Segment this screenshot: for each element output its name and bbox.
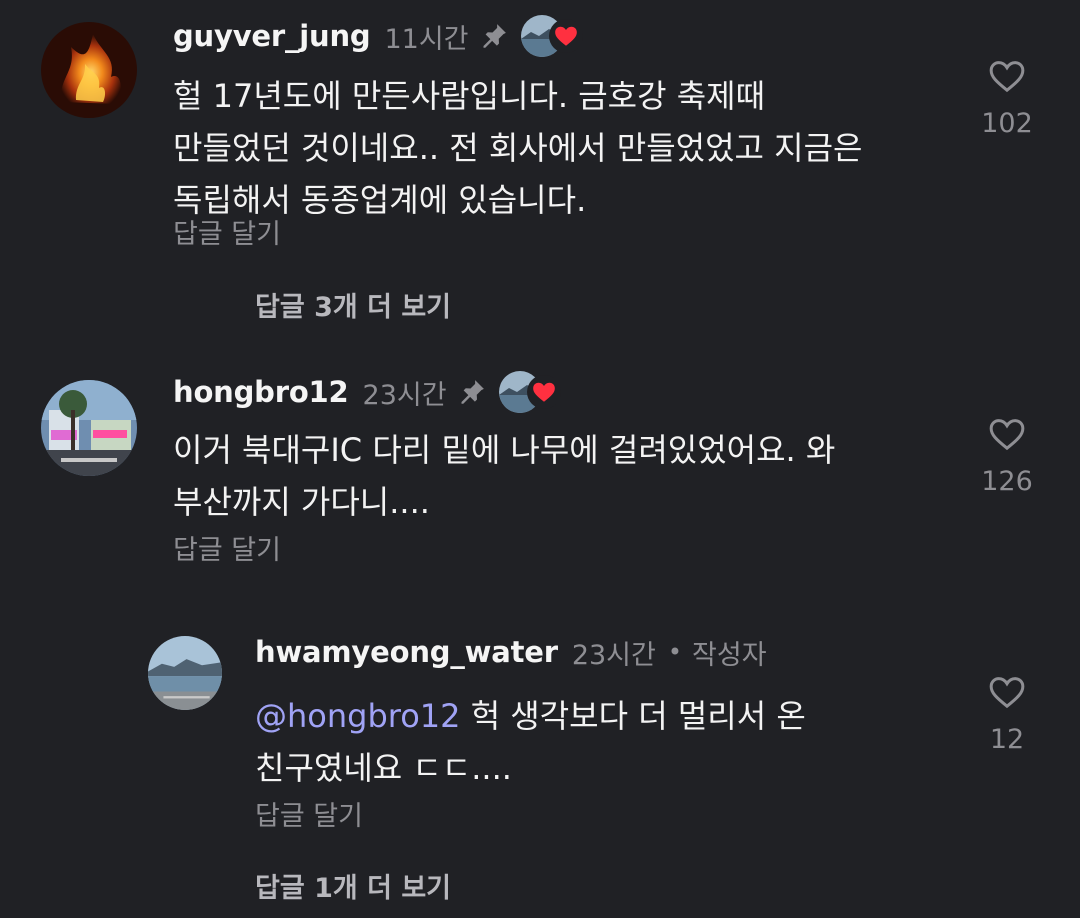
mention-link[interactable]: @hongbro12 <box>255 697 461 735</box>
fire-avatar-image <box>41 22 137 118</box>
like-area: 102 <box>967 56 1047 139</box>
street-avatar-image <box>41 380 137 476</box>
heart-outline-icon[interactable] <box>986 414 1028 454</box>
comment-line: 이거 북대구IC 다리 밑에 나무에 걸려있었어요. 와 <box>173 431 836 469</box>
reply-button[interactable]: 답글 달기 <box>173 212 281 251</box>
avatar[interactable] <box>41 22 137 118</box>
comment-line: 헐 17년도에 만든사람입니다. 금호강 축제때 <box>173 77 766 115</box>
heart-outline-icon[interactable] <box>986 56 1028 96</box>
comment-line: 만들었던 것이네요.. 전 회사에서 만들었었고 지금은 <box>173 129 863 167</box>
view-more-replies-button[interactable]: 답글 3개 더 보기 <box>255 285 451 324</box>
comment-body: @hongbro12 헉 생각보다 더 멀리서 온 친구였네요 ㄷㄷ.... <box>255 690 806 794</box>
comment-body: 헐 17년도에 만든사람입니다. 금호강 축제때 만들었던 것이네요.. 전 회… <box>173 70 862 226</box>
comment-line: @hongbro12 헉 생각보다 더 멀리서 온 <box>255 690 806 742</box>
author-liked-badge <box>498 371 563 413</box>
username[interactable]: hongbro12 <box>173 375 349 409</box>
heart-filled-icon <box>548 19 583 53</box>
avatar[interactable] <box>148 636 222 710</box>
timestamp: 23시간 <box>362 379 447 411</box>
comment-text: 헉 생각보다 더 멀리서 온 <box>460 697 806 735</box>
timestamp: 11시간 <box>384 23 469 55</box>
like-count: 126 <box>981 466 1033 497</box>
like-count: 102 <box>981 108 1033 139</box>
separator-dot: • <box>667 638 683 666</box>
like-area: 12 <box>967 672 1047 755</box>
pin-icon <box>479 21 509 51</box>
comment-line: 친구였네요 ㄷㄷ.... <box>255 749 512 787</box>
username[interactable]: guyver_jung <box>173 19 371 53</box>
avatar[interactable] <box>41 380 137 476</box>
author-badge: 작성자 <box>692 639 767 671</box>
heart-filled-icon <box>526 375 561 409</box>
lake-avatar-image <box>148 636 222 710</box>
reply-button[interactable]: 답글 달기 <box>173 528 281 567</box>
like-area: 126 <box>967 414 1047 497</box>
like-count: 12 <box>989 724 1025 755</box>
author-liked-badge <box>520 15 585 57</box>
comment-line: 부산까지 가다니.... <box>173 483 430 521</box>
reply-button[interactable]: 답글 달기 <box>255 794 363 833</box>
pin-icon <box>457 377 487 407</box>
username[interactable]: hwamyeong_water <box>255 635 558 669</box>
view-more-replies-button[interactable]: 답글 1개 더 보기 <box>255 866 451 905</box>
heart-outline-icon[interactable] <box>986 672 1028 712</box>
comment-body: 이거 북대구IC 다리 밑에 나무에 걸려있었어요. 와 부산까지 가다니...… <box>173 424 835 528</box>
timestamp: 23시간 <box>571 639 656 671</box>
